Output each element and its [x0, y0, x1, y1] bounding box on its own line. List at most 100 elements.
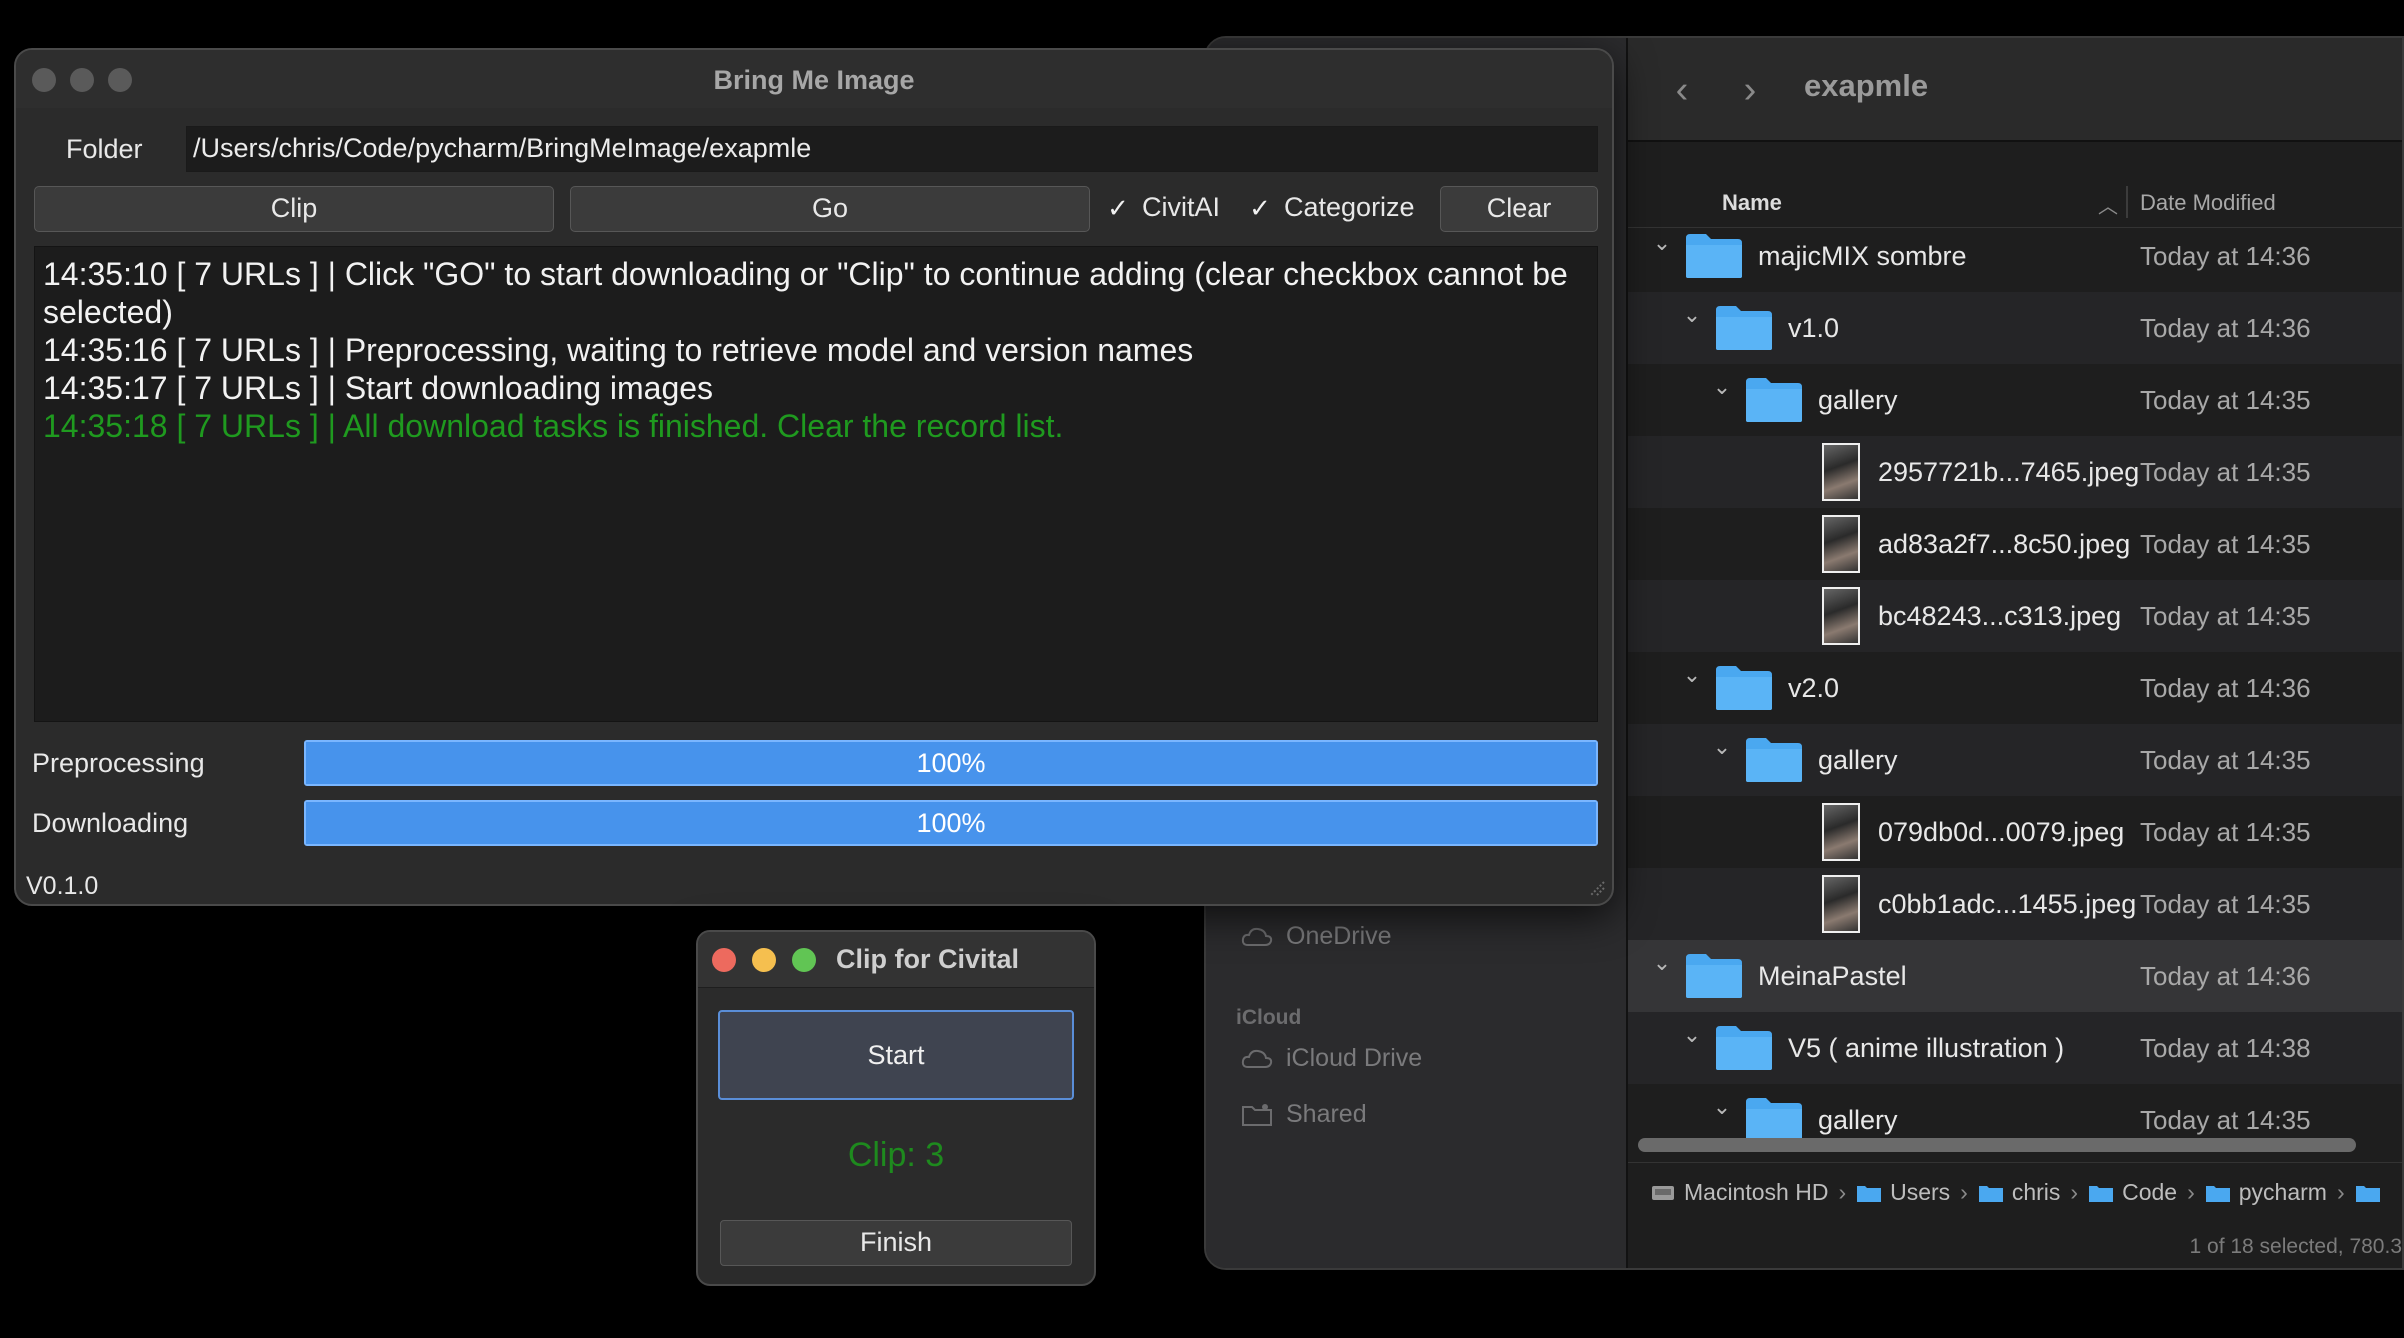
path-separator-icon: › [2336, 1179, 2345, 1205]
sidebar-item-icloud-drive[interactable]: iCloud Drive [1240, 1044, 1422, 1073]
file-row[interactable]: ⌄ majicMIX sombre Today at 14:36 [1628, 220, 2402, 292]
image-thumbnail-icon [1822, 875, 1860, 933]
path-segment-code[interactable]: Code [2088, 1179, 2177, 1206]
file-row[interactable]: ⌄ v1.0 Today at 14:36 [1628, 292, 2402, 364]
file-row[interactable]: ⌄ v2.0 Today at 14:36 [1628, 652, 2402, 724]
icloud-icon [1241, 1049, 1273, 1068]
version-label: V0.1.0 [26, 872, 99, 900]
disclosure-chevron-icon[interactable]: ⌄ [1710, 734, 1734, 760]
file-row[interactable]: ⌄ gallery Today at 14:35 [1628, 724, 2402, 796]
log-line: 14:35:17 [ 7 URLs ] | Start downloading … [43, 370, 714, 406]
disclosure-chevron-icon[interactable]: ⌄ [1680, 1022, 1704, 1048]
sidebar-item-onedrive[interactable]: OneDrive [1240, 922, 1392, 951]
image-thumbnail-icon [1822, 587, 1860, 645]
file-name: v2.0 [1788, 672, 1840, 703]
image-thumbnail-icon [1822, 515, 1860, 573]
column-divider[interactable] [2126, 186, 2128, 218]
disclosure-chevron-icon[interactable]: ⌄ [1680, 302, 1704, 328]
file-name: 2957721b...7465.jpeg [1878, 456, 2140, 487]
go-button[interactable]: Go [570, 186, 1090, 232]
file-row[interactable]: ⌄ MeinaPastel Today at 14:36 [1628, 940, 2402, 1012]
file-row[interactable]: 079db0d...0079.jpeg Today at 14:35 [1628, 796, 2402, 868]
zoom-button[interactable] [792, 948, 816, 972]
folder-label: Folder [66, 134, 143, 164]
close-button[interactable] [712, 948, 736, 972]
sidebar-item-shared[interactable]: Shared [1240, 1100, 1367, 1129]
path-segment-label: Users [1890, 1179, 1951, 1205]
image-thumbnail-icon [1822, 803, 1860, 861]
minimize-button[interactable] [752, 948, 776, 972]
column-date-header[interactable]: Date Modified [2140, 190, 2276, 216]
checkbox-label: Categorize [1284, 192, 1415, 222]
civitai-checkbox[interactable]: ✓ CivitAI [1106, 192, 1220, 223]
folder-icon [1684, 232, 1744, 280]
categorize-checkbox[interactable]: ✓ Categorize [1248, 192, 1415, 223]
disclosure-chevron-icon[interactable]: ⌄ [1710, 1094, 1734, 1120]
clip-window: Clip for Civital Start Clip: 3 Finish [696, 930, 1096, 1286]
path-bar: Macintosh HD › Users › chris › Code › py… [1628, 1162, 2402, 1222]
checkmark-icon: ✓ [1249, 192, 1271, 223]
file-name: gallery [1818, 384, 1898, 415]
file-name: V5 ( anime illustration ) [1788, 1032, 2065, 1063]
clip-count: Clip: 3 [847, 1136, 945, 1174]
file-name: MeinaPastel [1758, 960, 1907, 991]
path-segment-disk[interactable]: Macintosh HD [1650, 1179, 1828, 1206]
folder-icon [1684, 952, 1744, 1000]
sidebar-item-label: OneDrive [1286, 922, 1392, 950]
folder-icon [1744, 736, 1804, 784]
column-name-header[interactable]: Name [1722, 190, 1782, 216]
folder-path-input[interactable]: /Users/chris/Code/pycharm/BringMeImage/e… [186, 126, 1598, 172]
file-name: 079db0d...0079.jpeg [1878, 816, 2125, 847]
folder-icon [1714, 1024, 1774, 1072]
file-name: v1.0 [1788, 312, 1840, 343]
clip-button[interactable]: Clip [34, 186, 554, 232]
disclosure-chevron-icon[interactable]: ⌄ [1710, 374, 1734, 400]
sidebar-section-icloud: iCloud [1236, 1006, 1302, 1029]
path-segment-pycharm[interactable]: pycharm [2205, 1179, 2327, 1206]
path-segment-label: pycharm [2238, 1179, 2327, 1205]
sort-ascending-icon: ︿ [2098, 196, 2118, 218]
log-line: 14:35:18 [ 7 URLs ] | All download tasks… [43, 408, 1064, 444]
file-row[interactable]: bc48243...c313.jpeg Today at 14:35 [1628, 580, 2402, 652]
window-title: Bring Me Image [713, 65, 915, 95]
file-row[interactable]: 2957721b...7465.jpeg Today at 14:35 [1628, 436, 2402, 508]
forward-arrow-icon[interactable]: › [1736, 70, 1764, 110]
progress-text: 100% [916, 748, 986, 778]
horizontal-scrollbar[interactable] [1638, 1138, 2356, 1152]
folder-icon [1714, 664, 1774, 712]
clear-button[interactable]: Clear [1440, 186, 1598, 232]
file-date: Today at 14:35 [2140, 384, 2311, 415]
file-name: gallery [1818, 744, 1898, 775]
start-button[interactable]: Start [718, 1010, 1074, 1100]
resize-grip-icon[interactable] [1586, 878, 1606, 898]
disclosure-chevron-icon[interactable]: ⌄ [1650, 230, 1674, 256]
path-separator-icon: › [1838, 1179, 1847, 1205]
image-thumbnail-icon [1822, 443, 1860, 501]
window-title: Clip for Civital [836, 944, 1020, 974]
finder-toolbar: ‹ › exapmle [1628, 38, 2402, 142]
back-arrow-icon[interactable]: ‹ [1668, 70, 1696, 110]
file-name: bc48243...c313.jpeg [1878, 600, 2122, 631]
file-row[interactable]: c0bb1adc...1455.jpeg Today at 14:35 [1628, 868, 2402, 940]
file-row[interactable]: ad83a2f7...8c50.jpeg Today at 14:35 [1628, 508, 2402, 580]
disclosure-chevron-icon[interactable]: ⌄ [1650, 950, 1674, 976]
log-output[interactable]: 14:35:10 [ 7 URLs ] | Click "GO" to star… [34, 246, 1598, 722]
file-row[interactable]: ⌄ V5 ( anime illustration ) Today at 14:38 [1628, 1012, 2402, 1084]
column-header: Name ︿ Date Modified [1628, 142, 2402, 228]
title-bar[interactable]: Clip for Civital [698, 932, 1094, 988]
file-date: Today at 14:35 [2140, 816, 2311, 847]
folder-icon [1857, 1185, 1882, 1202]
file-date: Today at 14:36 [2140, 672, 2311, 703]
path-segment-chris[interactable]: chris [1978, 1179, 2061, 1206]
title-bar[interactable]: Bring Me Image [16, 50, 1612, 108]
file-date: Today at 14:35 [2140, 528, 2311, 559]
finish-button[interactable]: Finish [720, 1220, 1072, 1266]
checkbox-label: CivitAI [1142, 192, 1221, 222]
disclosure-chevron-icon[interactable]: ⌄ [1680, 662, 1704, 688]
file-row[interactable]: ⌄ gallery Today at 14:35 [1628, 364, 2402, 436]
file-date: Today at 14:38 [2140, 1032, 2311, 1063]
file-name: ad83a2f7...8c50.jpeg [1878, 528, 2131, 559]
path-segment-users[interactable]: Users [1856, 1179, 1950, 1206]
preprocessing-label: Preprocessing [32, 748, 205, 778]
path-segment-label: chris [2011, 1179, 2061, 1205]
